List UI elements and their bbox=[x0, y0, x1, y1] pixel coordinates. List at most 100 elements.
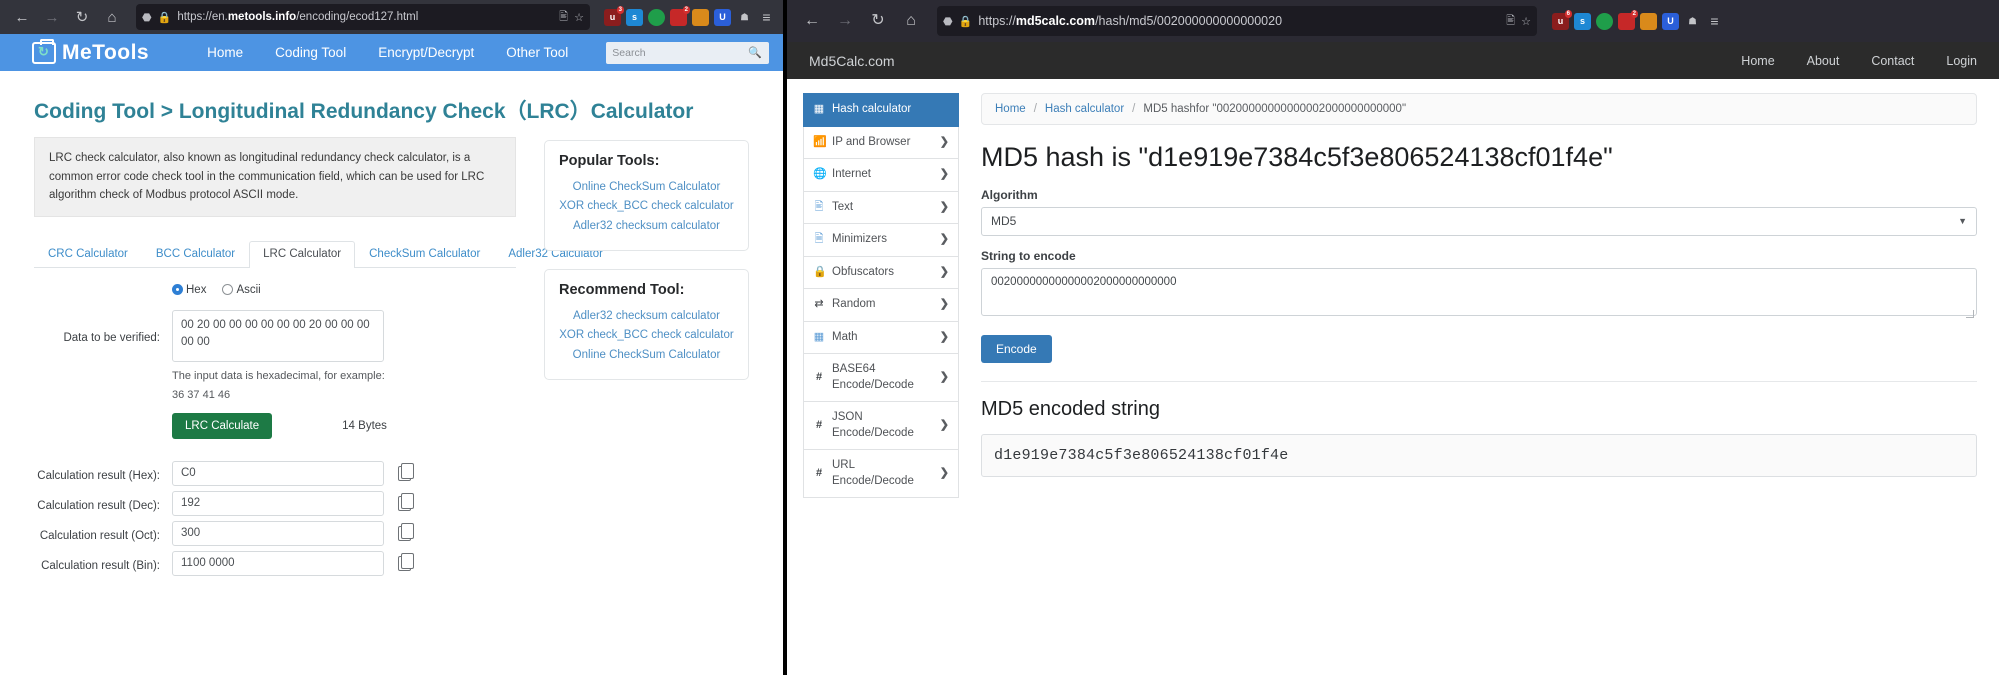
nav-item-contact[interactable]: Contact bbox=[1871, 54, 1914, 68]
popular-link-2[interactable]: Adler32 checksum calculator bbox=[559, 217, 734, 236]
alert-icon[interactable]: 2 bbox=[670, 5, 690, 26]
nav-item-other-tool[interactable]: Other Tool bbox=[490, 45, 584, 60]
search-icon[interactable]: 🔍 bbox=[748, 46, 762, 59]
sidebar-item-json-encode-decode[interactable]: # JSON Encode/Decode ❯ bbox=[803, 402, 959, 451]
ublock-origin-icon[interactable]: u3 bbox=[604, 5, 624, 26]
result-input-oct[interactable] bbox=[172, 520, 384, 546]
popular-link-1[interactable]: XOR check_BCC check calculator bbox=[559, 197, 734, 216]
sidebar-item-label: IP and Browser bbox=[832, 135, 911, 148]
page-title: Coding Tool > Longitudinal Redundancy Ch… bbox=[34, 95, 749, 125]
nav-item-encrypt-decrypt[interactable]: Encrypt/Decrypt bbox=[362, 45, 490, 60]
shield-green-icon[interactable] bbox=[648, 8, 665, 26]
string-to-encode-label: String to encode bbox=[981, 248, 1076, 263]
nav-item-home[interactable]: Home bbox=[1741, 54, 1774, 68]
address-bar[interactable]: ⬣ 🔒 https://en.metools.info/encoding/eco… bbox=[136, 4, 590, 30]
forward-icon[interactable]: → bbox=[38, 4, 66, 30]
sidebar-item-math[interactable]: ▦ Math ❯ bbox=[803, 321, 959, 355]
sidebar-item-url-encode-decode[interactable]: # URL Encode/Decode ❯ bbox=[803, 450, 959, 499]
sidebar-item-random[interactable]: ⇄ Random ❯ bbox=[803, 289, 959, 322]
copy-icon[interactable] bbox=[398, 493, 415, 511]
breadcrumb-home[interactable]: Home bbox=[995, 103, 1026, 115]
result-label-hex: Calculation result (Hex): bbox=[37, 470, 160, 483]
radio-ascii-dot bbox=[222, 284, 234, 296]
reload-icon[interactable]: ↻ bbox=[863, 7, 893, 35]
extension-icon[interactable]: ☗ bbox=[1684, 13, 1701, 30]
chevron-right-icon: ❯ bbox=[939, 265, 949, 278]
radio-ascii[interactable]: Ascii bbox=[222, 284, 261, 296]
md5calc-main: Home / Hash calculator / MD5 hashfor "00… bbox=[981, 93, 1977, 498]
recommend-link-2[interactable]: Online CheckSum Calculator bbox=[559, 346, 734, 365]
sidebar-item-minimizers[interactable]: 🗎 Minimizers ❯ bbox=[803, 224, 959, 257]
recommend-link-0[interactable]: Adler32 checksum calculator bbox=[559, 307, 734, 326]
tab-checksum-calculator[interactable]: CheckSum Calculator bbox=[355, 242, 494, 267]
nav-item-login[interactable]: Login bbox=[1946, 54, 1977, 68]
breadcrumb-hash-calculator[interactable]: Hash calculator bbox=[1045, 103, 1124, 115]
metools-logo[interactable]: MeTools bbox=[32, 38, 149, 65]
ublock-origin-icon[interactable]: u6 bbox=[1552, 9, 1572, 30]
back-icon[interactable]: ← bbox=[797, 7, 827, 35]
reader-view-icon[interactable]: 🖹 bbox=[1506, 12, 1515, 31]
extension-icon[interactable]: ☗ bbox=[736, 9, 753, 26]
string-to-encode-input[interactable] bbox=[981, 267, 1977, 316]
result-input-hex[interactable] bbox=[172, 460, 384, 486]
sidebar-item-hash-calculator[interactable]: ▦ Hash calculator bbox=[803, 93, 959, 127]
home-icon[interactable]: ⌂ bbox=[896, 7, 926, 35]
md5-output-value[interactable]: d1e919e7384c5f3e806524138cf01f4e bbox=[981, 433, 1977, 477]
copy-icon[interactable] bbox=[398, 523, 415, 541]
browser-window-metools: ← → ↻ ⌂ ⬣ 🔒 https://en.metools.info/enco… bbox=[0, 0, 783, 675]
result-input-dec[interactable] bbox=[172, 490, 384, 516]
nav-item-about[interactable]: About bbox=[1807, 54, 1840, 68]
radio-hex[interactable]: Hex bbox=[172, 284, 206, 296]
bitwarden-icon[interactable]: U bbox=[1662, 12, 1679, 30]
data-textarea[interactable] bbox=[172, 309, 384, 362]
star-icon[interactable]: ☆ bbox=[1521, 15, 1531, 28]
menu-icon[interactable]: ≡ bbox=[1706, 13, 1723, 30]
copy-icon[interactable] bbox=[398, 553, 415, 571]
lock-icon: 🔒 bbox=[157, 11, 172, 24]
shield-green-icon[interactable] bbox=[1596, 12, 1613, 30]
sidebar-item-text[interactable]: 🖹 Text ❯ bbox=[803, 191, 959, 225]
popular-link-0[interactable]: Online CheckSum Calculator bbox=[559, 178, 734, 197]
recommend-link-1[interactable]: XOR check_BCC check calculator bbox=[559, 326, 734, 345]
sidebar-item-internet[interactable]: 🌐 Internet ❯ bbox=[803, 159, 959, 192]
home-icon[interactable]: ⌂ bbox=[98, 4, 126, 30]
forward-icon[interactable]: → bbox=[830, 7, 860, 35]
algorithm-select[interactable]: MD5 ▼ bbox=[981, 206, 1977, 236]
breadcrumb-coding-tool[interactable]: Coding Tool bbox=[34, 100, 155, 123]
star-icon[interactable]: ☆ bbox=[574, 11, 584, 24]
lrc-calculate-button[interactable]: LRC Calculate bbox=[172, 412, 273, 439]
nav-item-home[interactable]: Home bbox=[191, 45, 259, 60]
tab-crc-calculator[interactable]: CRC Calculator bbox=[34, 242, 142, 267]
calculate-row: LRC Calculate 14 Bytes bbox=[172, 412, 516, 439]
pencil-icon[interactable] bbox=[1640, 12, 1657, 30]
nav-item-coding-tool[interactable]: Coding Tool bbox=[259, 45, 362, 60]
menu-icon[interactable]: ≡ bbox=[758, 9, 775, 26]
back-icon[interactable]: ← bbox=[8, 4, 36, 30]
tab-lrc-calculator[interactable]: LRC Calculator bbox=[249, 241, 356, 268]
sidebar-item-ip-and-browser[interactable]: 📶 IP and Browser ❯ bbox=[803, 126, 959, 160]
reload-icon[interactable]: ↻ bbox=[68, 4, 96, 30]
tab-bcc-calculator[interactable]: BCC Calculator bbox=[142, 242, 249, 267]
bitwarden-icon[interactable]: U bbox=[714, 8, 731, 26]
result-input-bin[interactable] bbox=[172, 550, 384, 576]
search-input[interactable]: Search 🔍 bbox=[606, 41, 769, 64]
pencil-icon[interactable] bbox=[692, 8, 709, 26]
sync-icon[interactable]: s bbox=[626, 8, 643, 26]
radio-hex-dot bbox=[172, 284, 183, 296]
sidebar-item-obfuscators[interactable]: 🔒 Obfuscators ❯ bbox=[803, 256, 959, 290]
popular-tools-card: Popular Tools: Online CheckSum Calculato… bbox=[544, 140, 749, 251]
copy-icon[interactable] bbox=[398, 463, 415, 481]
encode-button[interactable]: Encode bbox=[981, 334, 1052, 363]
compress-icon: 🗎 bbox=[814, 233, 824, 246]
address-bar[interactable]: ⬣ 🔒 https://md5calc.com/hash/md5/0020000… bbox=[937, 6, 1537, 36]
sync-icon[interactable]: s bbox=[1574, 12, 1591, 30]
sidebar-item-label: Math bbox=[832, 330, 858, 343]
reader-view-icon[interactable]: 🖹 bbox=[559, 8, 568, 27]
radio-hex-label: Hex bbox=[186, 283, 207, 296]
globe-icon: 🌐 bbox=[813, 168, 827, 181]
input-mode-row: Hex Ascii bbox=[34, 284, 516, 300]
alert-icon[interactable]: 2 bbox=[1618, 9, 1638, 30]
result-label-oct: Calculation result (Oct): bbox=[39, 530, 160, 543]
md5calc-brand[interactable]: Md5Calc.com bbox=[809, 53, 895, 69]
sidebar-item-base64-encode-decode[interactable]: # BASE64 Encode/Decode ❯ bbox=[803, 354, 959, 403]
